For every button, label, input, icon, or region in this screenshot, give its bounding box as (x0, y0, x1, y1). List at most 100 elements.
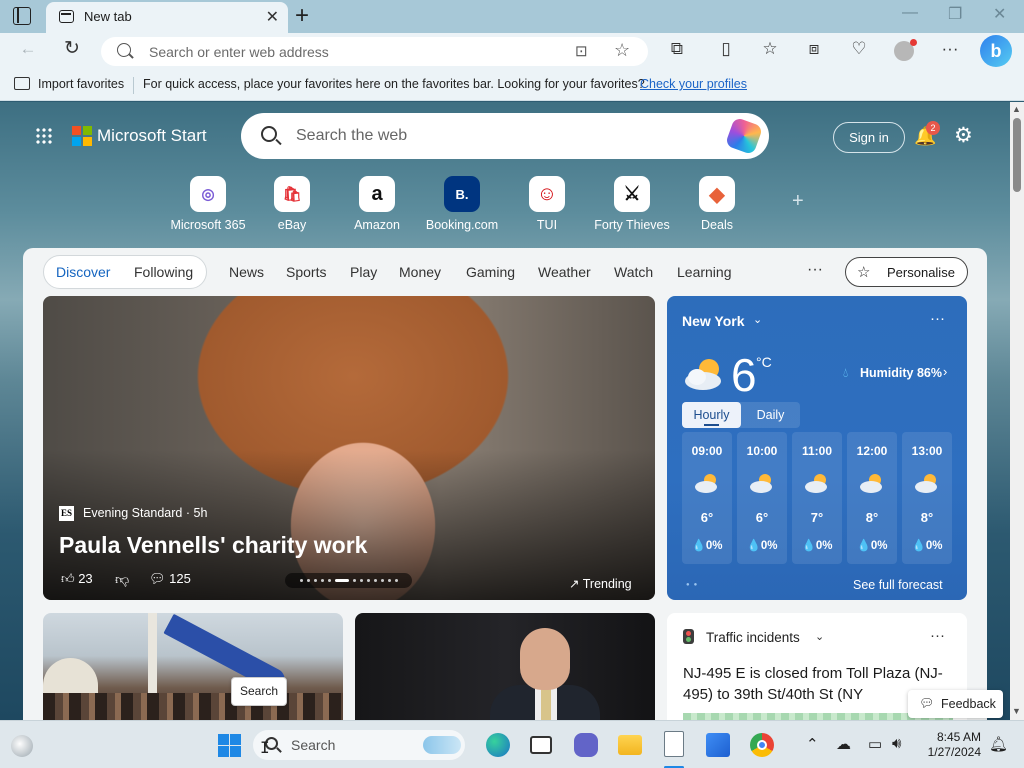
collections-icon[interactable]: ⧈ (801, 39, 827, 59)
taskbar-search-input[interactable]: Search (291, 737, 335, 753)
task-view-icon[interactable] (530, 736, 552, 754)
quick-link-forty-thieves[interactable]: ⚔ Forty Thieves (594, 176, 670, 232)
add-quick-link-button[interactable]: + (792, 190, 804, 213)
app-launcher-icon[interactable] (35, 127, 53, 145)
weather-widget-icon[interactable] (11, 735, 33, 757)
dislike-icon[interactable]: 👎︎ (115, 571, 129, 588)
weather-pager-dots[interactable]: ●● (686, 582, 701, 588)
teams-chat-icon[interactable] (574, 733, 598, 757)
more-options-icon[interactable]: ··· (937, 39, 963, 59)
refresh-icon[interactable]: ↻ (59, 37, 85, 60)
hour-slot[interactable]: 09:00 6° 💧0% (682, 432, 732, 564)
clock[interactable]: 8:45 AM 1/27/2024 (925, 730, 981, 760)
tab-weather[interactable]: Weather (538, 264, 591, 280)
split-screen-icon[interactable]: ▯ (713, 39, 739, 59)
notepad-icon[interactable] (664, 731, 684, 757)
personalise-button[interactable]: ☆ Personalise (845, 257, 968, 287)
tab-following[interactable]: Following (134, 264, 193, 280)
quick-link-ebay[interactable]: 🛍 eBay (254, 176, 330, 232)
story-card-politician[interactable] (355, 613, 655, 720)
onedrive-cloud-icon[interactable]: ☁ (836, 735, 851, 753)
carousel-pager[interactable] (285, 573, 412, 588)
chevron-down-icon[interactable]: ⌄ (753, 313, 762, 326)
scrollbar-thumb[interactable] (1013, 118, 1021, 192)
tab-learning[interactable]: Learning (677, 264, 732, 280)
traffic-more-options[interactable]: ··· (930, 627, 945, 644)
quick-link-tui[interactable]: ☺ TUI (509, 176, 585, 232)
hour-slot[interactable]: 13:00 8° 💧0% (902, 432, 952, 564)
like-button[interactable]: 👍︎ 23 (61, 571, 93, 587)
tab-daily[interactable]: Daily (741, 402, 800, 428)
tab-hourly[interactable]: Hourly (682, 402, 741, 428)
import-favorites-button[interactable]: Import favorites (38, 77, 124, 91)
volume-icon[interactable]: 🔊︎ (892, 735, 901, 752)
start-button[interactable] (218, 734, 241, 757)
chrome-icon[interactable] (750, 733, 774, 757)
new-tab-button[interactable]: + (295, 2, 309, 30)
web-search-input[interactable]: Search the web (296, 127, 407, 145)
profile-avatar[interactable] (894, 39, 917, 61)
restore-button[interactable]: ❐ (948, 4, 962, 24)
tab-money[interactable]: Money (399, 264, 441, 280)
tab-actions-icon[interactable] (13, 7, 31, 25)
weather-city[interactable]: New York (682, 313, 745, 329)
see-full-forecast-link[interactable]: See full forecast (853, 578, 943, 592)
immersive-reader-icon[interactable]: ⊡ (575, 42, 588, 60)
favorites-icon[interactable]: ☆ (757, 39, 783, 59)
story-card-rocket[interactable] (43, 613, 343, 720)
bing-copilot-icon[interactable]: b (980, 35, 1012, 67)
tab-sports[interactable]: Sports (286, 264, 326, 280)
page-scrollbar[interactable] (1010, 102, 1024, 720)
scroll-down-arrow-icon[interactable]: ▼ (1012, 706, 1021, 716)
hero-story-card[interactable]: ES Evening Standard · 5h Paula Vennells'… (43, 296, 655, 600)
chevron-up-icon[interactable]: ⌃ (806, 735, 819, 753)
address-input[interactable]: Search or enter web address (149, 44, 329, 60)
file-explorer-icon[interactable] (618, 735, 642, 755)
tab-watch[interactable]: Watch (614, 264, 653, 280)
settings-gear-icon[interactable]: ⚙ (954, 123, 973, 148)
quick-link-amazon[interactable]: a Amazon (339, 176, 415, 232)
weather-card[interactable]: New York ⌄ ··· 6 °C 💧︎ Humidity 86% › Ho… (667, 296, 967, 600)
quick-link-deals[interactable]: ◆ Deals (679, 176, 755, 232)
tab-discover[interactable]: Discover (56, 264, 110, 280)
hour-slot[interactable]: 10:00 6° 💧0% (737, 432, 787, 564)
traffic-title[interactable]: Traffic incidents (706, 630, 800, 645)
browser-essentials-icon[interactable]: ♡ (846, 39, 872, 59)
network-icon[interactable]: ▭ (868, 735, 882, 753)
tab-play[interactable]: Play (350, 264, 377, 280)
tab-new-tab[interactable]: New tab ✕ (46, 2, 288, 33)
scroll-up-arrow-icon[interactable]: ▲ (1012, 104, 1021, 114)
address-bar[interactable]: Search or enter web address ⊡ ☆ (101, 37, 648, 66)
notification-center-icon[interactable]: 🔔︎ (989, 735, 1008, 753)
hour-slot[interactable]: 11:00 7° 💧0% (792, 432, 842, 564)
extensions-icon[interactable]: ⧉ (664, 39, 690, 59)
quick-link-booking[interactable]: B. Booking.com (424, 176, 500, 232)
taskbar-search-box[interactable]: Search (253, 730, 465, 760)
more-categories-button[interactable]: ··· (807, 261, 823, 279)
weather-more-options[interactable]: ··· (930, 310, 945, 327)
chevron-right-icon[interactable]: › (943, 364, 947, 379)
microsoft-start-brand[interactable]: Microsoft Start (97, 126, 207, 146)
tab-gaming[interactable]: Gaming (466, 264, 515, 280)
favorite-star-icon[interactable]: ☆ (614, 40, 630, 61)
check-profiles-link[interactable]: Check your profiles (640, 77, 747, 91)
feedback-button[interactable]: 💬︎ Feedback (908, 690, 1003, 718)
web-search-box[interactable]: Search the web (241, 113, 769, 159)
import-icon[interactable] (14, 77, 30, 90)
edge-preview-icon[interactable] (486, 733, 510, 757)
comments-button[interactable]: 💬︎ 125 (149, 571, 191, 587)
tab-news[interactable]: News (229, 264, 264, 280)
minimize-button[interactable]: — (902, 4, 918, 22)
humidity-value[interactable]: Humidity 86% (860, 366, 942, 380)
back-icon[interactable]: ← (15, 39, 41, 59)
close-window-button[interactable]: ✕ (993, 4, 1006, 24)
hour-slot[interactable]: 12:00 8° 💧0% (847, 432, 897, 564)
close-tab-icon[interactable]: ✕ (266, 7, 279, 27)
chevron-down-icon[interactable]: ⌄ (815, 630, 824, 643)
quick-link-microsoft-365[interactable]: ◎ Microsoft 365 (170, 176, 246, 232)
temperature-unit[interactable]: °C (756, 354, 772, 370)
copilot-icon[interactable] (724, 116, 764, 156)
sign-in-button[interactable]: Sign in (833, 122, 905, 153)
story-headline[interactable]: Paula Vennells' charity work (59, 532, 367, 559)
microsoft-store-icon[interactable] (706, 733, 730, 757)
